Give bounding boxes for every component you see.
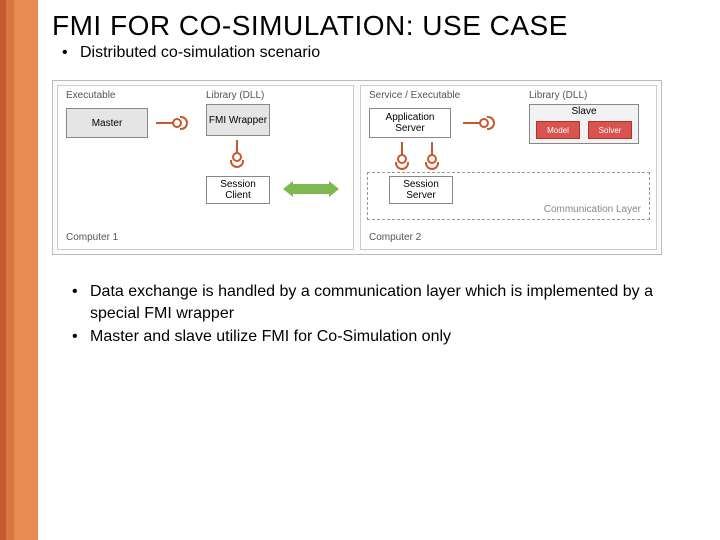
communication-layer-label: Communication Layer (544, 204, 641, 215)
slave-title: Slave (530, 106, 638, 117)
bullet-data-exchange: Data exchange is handled by a communicat… (52, 281, 702, 324)
connector-appserver-down-1 (395, 142, 409, 172)
footer-computer-1: Computer 1 (66, 232, 118, 243)
architecture-diagram: Executable Library (DLL) Master FMI Wrap… (52, 80, 662, 255)
summary-bullets: Data exchange is handled by a communicat… (52, 281, 702, 348)
computer-2-pane: Service / Executable Library (DLL) Appli… (360, 85, 657, 250)
slave-container: Slave Model Solver (529, 104, 639, 144)
label-executable: Executable (66, 90, 115, 101)
fmi-wrapper-box: FMI Wrapper (206, 104, 270, 136)
slave-model-box: Model (536, 121, 580, 139)
slide-title: FMI FOR CO-SIMULATION: USE CASE (52, 10, 702, 42)
connector-appserver-slave (463, 116, 497, 130)
label-library-dll-left: Library (DLL) (206, 90, 264, 101)
application-server-box: Application Server (369, 108, 451, 138)
label-library-dll-right: Library (DLL) (529, 90, 587, 101)
slide-content: FMI FOR CO-SIMULATION: USE CASE Distribu… (52, 10, 702, 522)
master-box: Master (66, 108, 148, 138)
slave-solver-box: Solver (588, 121, 632, 139)
session-client-box: Session Client (206, 176, 270, 204)
label-service-executable: Service / Executable (369, 90, 460, 101)
connector-wrapper-down (230, 140, 244, 170)
communication-layer-area: Communication Layer (367, 172, 650, 220)
bullet-master-slave: Master and slave utilize FMI for Co-Simu… (52, 326, 702, 348)
connector-master-wrapper (156, 116, 190, 130)
computer-1-pane: Executable Library (DLL) Master FMI Wrap… (57, 85, 354, 250)
accent-sidebar (0, 0, 38, 540)
connector-appserver-down-2 (425, 142, 439, 172)
bidirectional-arrow-icon (283, 181, 339, 197)
footer-computer-2: Computer 2 (369, 232, 421, 243)
scenario-bullet: Distributed co-simulation scenario (52, 44, 702, 62)
